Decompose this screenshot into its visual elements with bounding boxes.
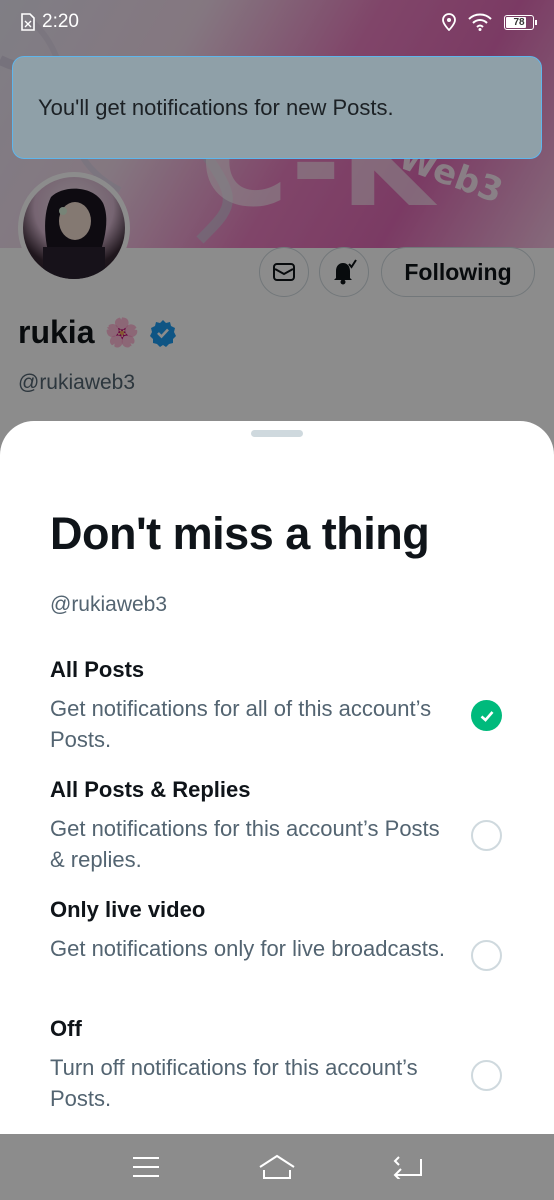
option-title: Only live video xyxy=(50,897,206,922)
back-icon xyxy=(393,1156,423,1179)
sheet-handle: @rukiaweb3 xyxy=(50,593,168,616)
option-description: Get notifications for all of this accoun… xyxy=(50,696,432,752)
notification-settings-sheet: Don't miss a thing @rukiaweb3 All Posts … xyxy=(0,421,554,1134)
menu-icon xyxy=(132,1157,159,1177)
status-bar: 2:20 78 xyxy=(0,0,554,44)
option-description: Turn off notifications for this account’… xyxy=(50,1055,418,1111)
option-title: All Posts xyxy=(50,657,145,682)
battery-icon: 78 xyxy=(504,14,537,30)
battery-level: 78 xyxy=(513,16,525,28)
option-all-posts-replies[interactable]: All Posts & Replies Get notifications fo… xyxy=(0,777,554,892)
option-off[interactable]: Off Turn off notifications for this acco… xyxy=(0,1016,554,1131)
sim-card-icon xyxy=(21,13,35,31)
home-button[interactable] xyxy=(247,1142,307,1192)
option-title: Off xyxy=(50,1016,82,1041)
sheet-title: Don't miss a thing xyxy=(50,508,430,559)
radio-only-live-video[interactable] xyxy=(471,940,502,971)
option-all-posts[interactable]: All Posts Get notifications for all of t… xyxy=(0,657,554,772)
sheet-grabber[interactable] xyxy=(251,430,303,437)
home-icon xyxy=(259,1154,295,1179)
option-title: All Posts & Replies xyxy=(50,777,251,802)
radio-off[interactable] xyxy=(471,1060,502,1091)
location-icon xyxy=(442,13,456,31)
back-button[interactable] xyxy=(378,1142,438,1192)
checkmark-icon xyxy=(480,710,493,722)
recents-button[interactable] xyxy=(116,1142,176,1192)
status-time: 2:20 xyxy=(42,11,79,32)
option-description: Get notifications for this account’s Pos… xyxy=(50,816,440,872)
radio-all-posts-replies[interactable] xyxy=(471,820,502,851)
system-nav-bar xyxy=(0,1134,554,1200)
toast-message: You'll get notifications for new Posts. xyxy=(38,94,394,120)
notification-toast: You'll get notifications for new Posts. xyxy=(12,56,542,159)
option-description: Get notifications only for live broadcas… xyxy=(50,936,445,961)
radio-all-posts[interactable] xyxy=(471,700,502,731)
option-only-live-video[interactable]: Only live video Get notifications only f… xyxy=(0,897,554,1012)
wifi-icon xyxy=(468,13,492,31)
